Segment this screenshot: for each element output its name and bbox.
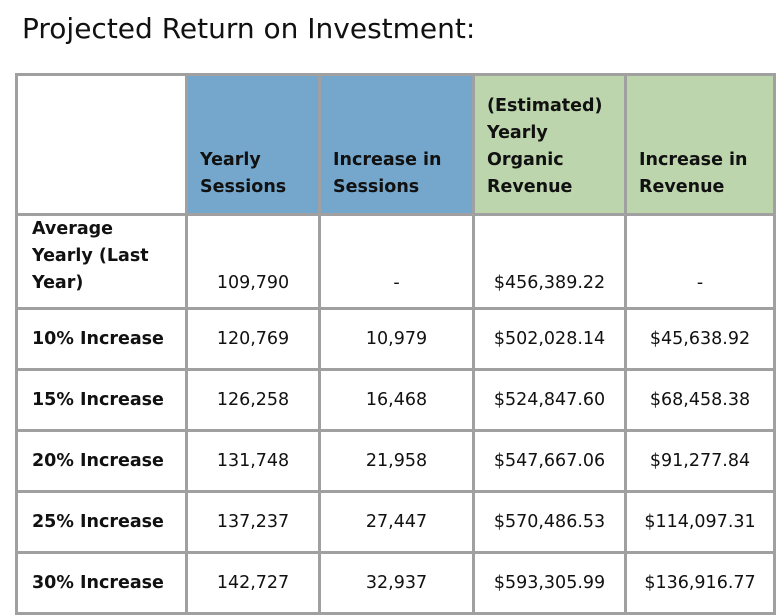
yearly-revenue-cell: $570,486.53 [472,490,627,554]
header-increase-sessions: Increase in Sessions [318,73,475,216]
yearly-revenue-cell: $547,667.06 [472,429,627,493]
table-row: Average Yearly (Last Year) 109,790 - $45… [15,213,776,310]
table-row: 30% Increase 142,727 32,937 $593,305.99 … [15,551,776,615]
increase-sessions-cell: 27,447 [318,490,475,554]
increase-sessions-cell: 16,468 [318,368,475,432]
yearly-revenue-cell: $593,305.99 [472,551,627,615]
table-row: 25% Increase 137,237 27,447 $570,486.53 … [15,490,776,554]
yearly-revenue-cell: $524,847.60 [472,368,627,432]
yearly-sessions-cell: 109,790 [185,213,321,310]
increase-sessions-cell: - [318,213,475,310]
increase-sessions-cell: 21,958 [318,429,475,493]
table-row: 10% Increase 120,769 10,979 $502,028.14 … [15,307,776,371]
yearly-sessions-cell: 142,727 [185,551,321,615]
header-row: Yearly Sessions Increase in Sessions (Es… [15,73,776,216]
row-label: Average Yearly (Last Year) [15,213,188,310]
yearly-revenue-cell: $456,389.22 [472,213,627,310]
increase-revenue-cell: $68,458.38 [624,368,776,432]
row-label: 15% Increase [15,368,188,432]
yearly-sessions-cell: 137,237 [185,490,321,554]
page-title: Projected Return on Investment: [22,12,476,45]
increase-sessions-cell: 10,979 [318,307,475,371]
yearly-sessions-cell: 120,769 [185,307,321,371]
increase-sessions-cell: 32,937 [318,551,475,615]
yearly-revenue-cell: $502,028.14 [472,307,627,371]
yearly-sessions-cell: 131,748 [185,429,321,493]
increase-revenue-cell: $114,097.31 [624,490,776,554]
row-label: 30% Increase [15,551,188,615]
table-row: 20% Increase 131,748 21,958 $547,667.06 … [15,429,776,493]
increase-revenue-cell: $91,277.84 [624,429,776,493]
header-yearly-revenue: (Estimated) Yearly Organic Revenue [472,73,627,216]
header-corner [15,73,188,216]
increase-revenue-cell: $45,638.92 [624,307,776,371]
table-row: 15% Increase 126,258 16,468 $524,847.60 … [15,368,776,432]
yearly-sessions-cell: 126,258 [185,368,321,432]
roi-table: Yearly Sessions Increase in Sessions (Es… [15,73,776,615]
row-label: 25% Increase [15,490,188,554]
row-label: 10% Increase [15,307,188,371]
increase-revenue-cell: - [624,213,776,310]
header-increase-revenue: Increase in Revenue [624,73,776,216]
row-label: 20% Increase [15,429,188,493]
increase-revenue-cell: $136,916.77 [624,551,776,615]
header-yearly-sessions: Yearly Sessions [185,73,321,216]
